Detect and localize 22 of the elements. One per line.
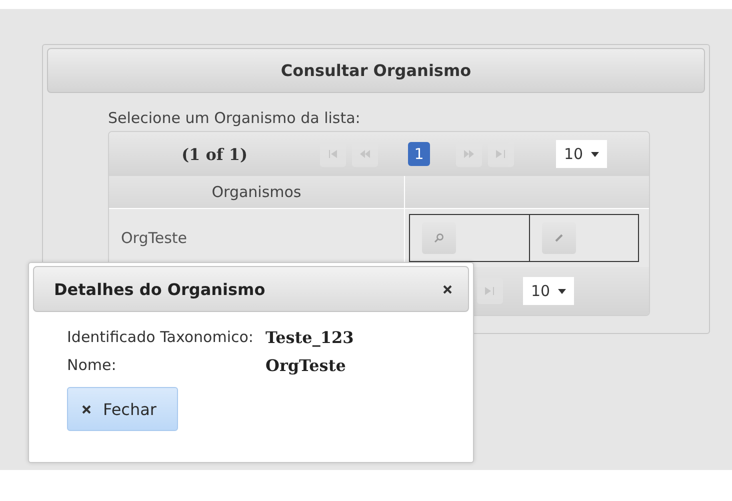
prompt-text: Selecione um Organismo da lista: (108, 109, 362, 127)
close-dialog-button[interactable]: Fechar (67, 387, 178, 431)
close-button[interactable] (443, 284, 452, 294)
rows-per-page-dropdown[interactable]: 10 (556, 140, 608, 168)
page-report: (1 of 1) (180, 144, 249, 164)
pencil-icon (554, 233, 564, 243)
panel-title: Consultar Organismo (47, 48, 705, 93)
search-button[interactable] (422, 222, 456, 254)
page-button[interactable]: 1 (408, 142, 430, 166)
close-icon (82, 404, 91, 414)
caret-icon (591, 152, 600, 156)
field-label: Nome: (67, 356, 118, 375)
edit-button[interactable] (542, 222, 576, 254)
column-header: Organismos (109, 176, 405, 208)
close-icon (443, 284, 452, 294)
field-value: Teste_123 (266, 328, 354, 347)
dialog-title: Detalhes do Organismo (54, 280, 266, 298)
search-icon (434, 233, 444, 243)
field-label: Identificado Taxonomico: (67, 328, 254, 347)
field-value: OrgTeste (266, 356, 347, 375)
caret-icon (558, 288, 566, 294)
rows-per-page-dropdown[interactable]: 10 (523, 277, 574, 305)
